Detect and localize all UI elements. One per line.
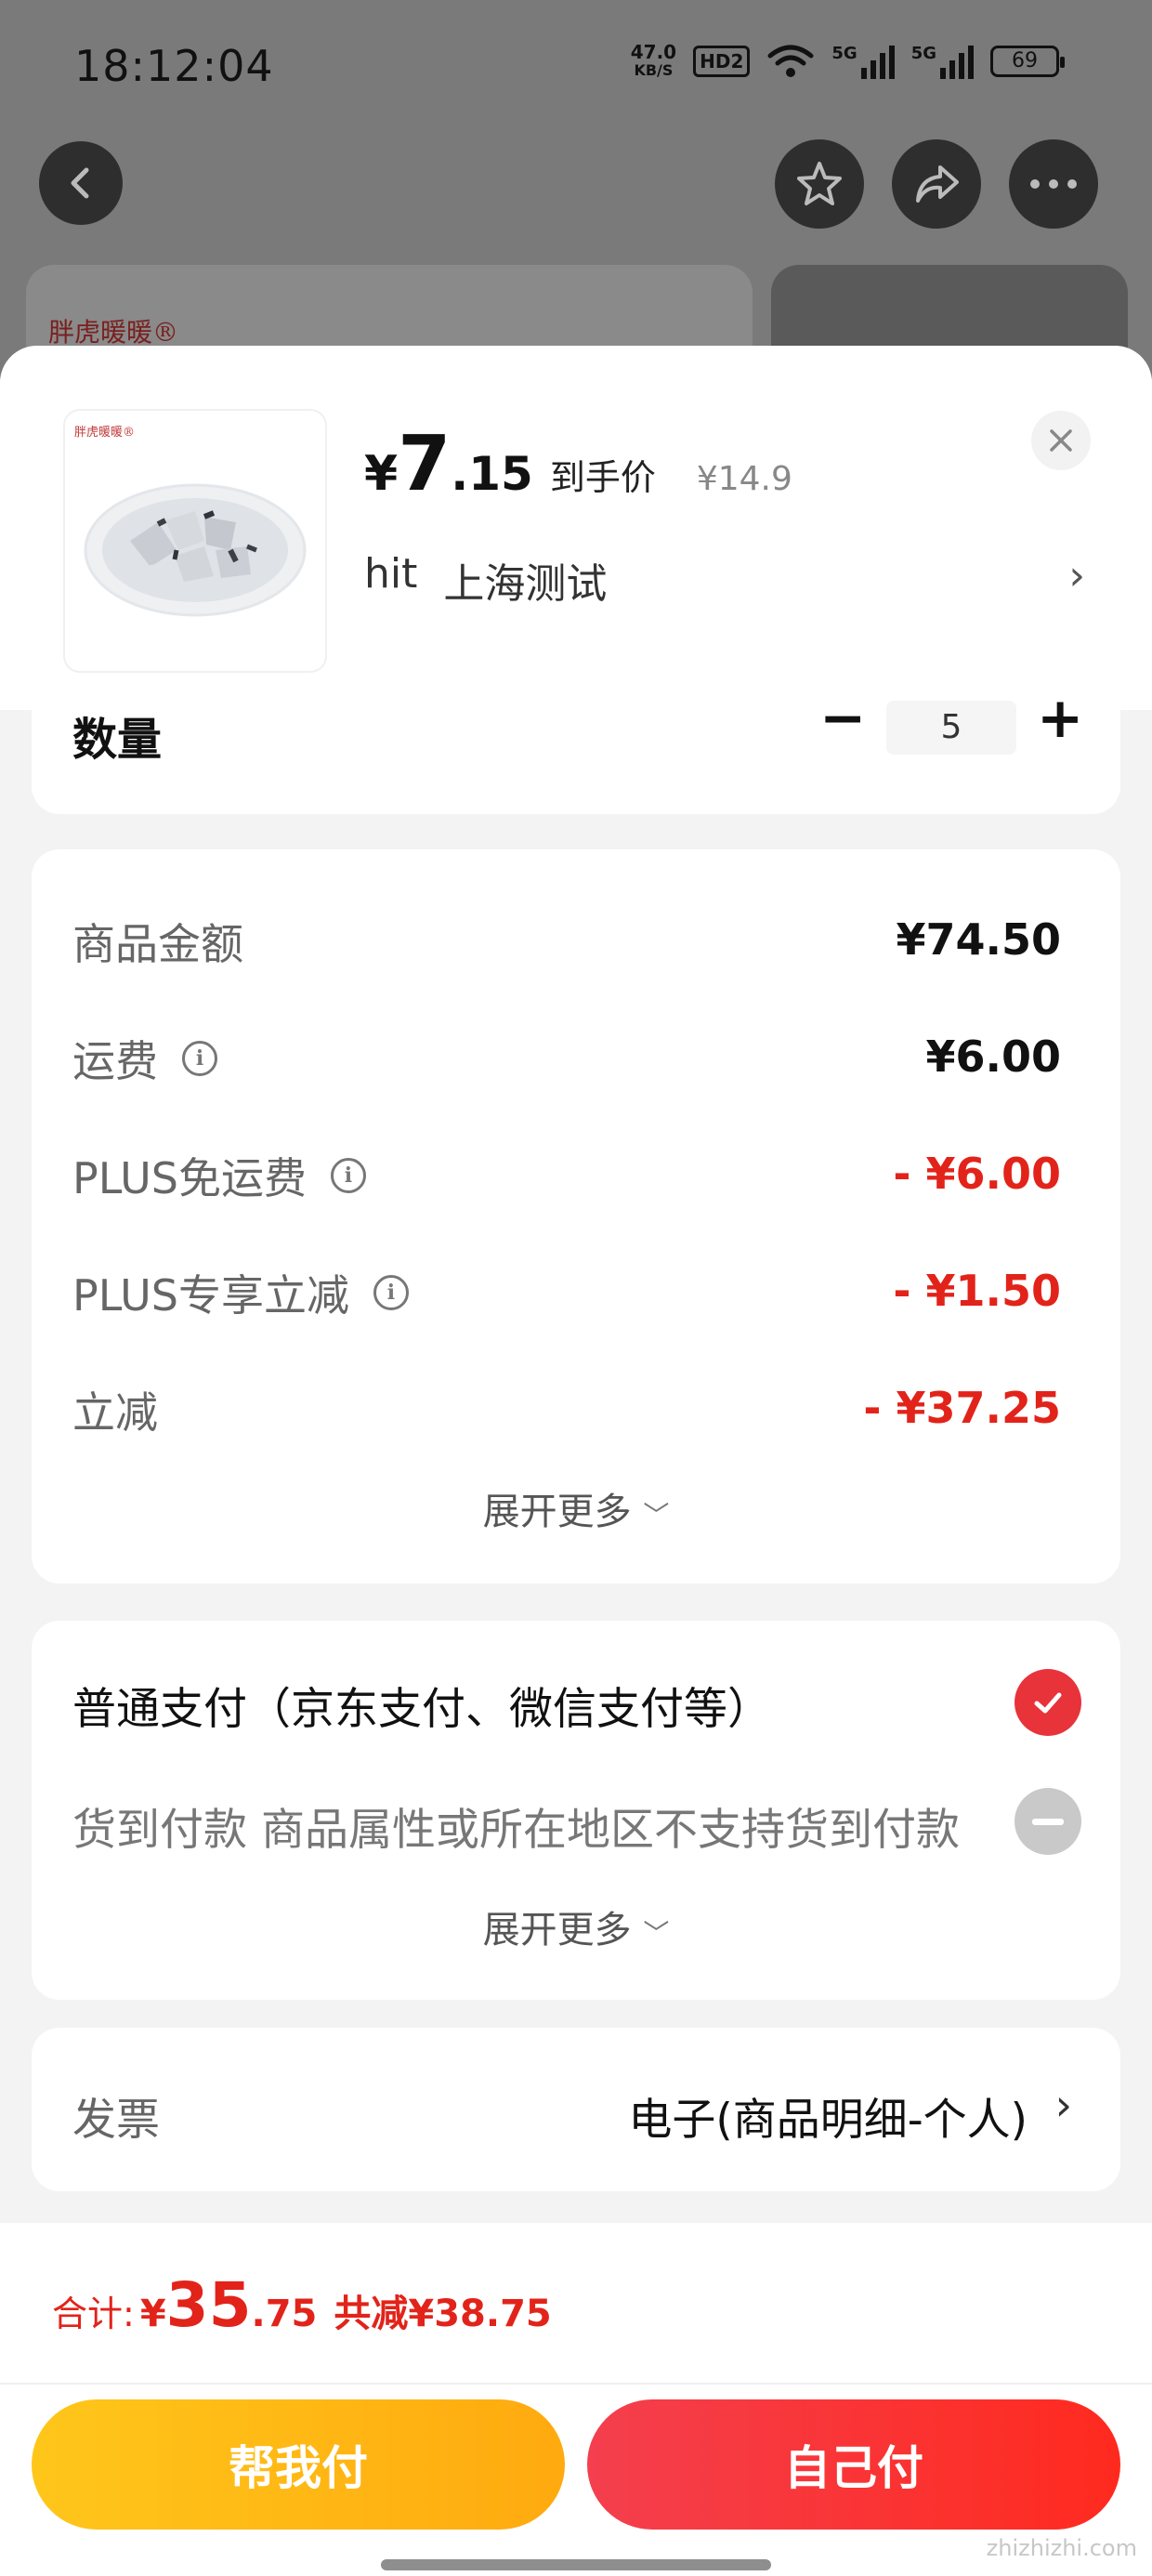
fee-value: - ¥6.00 [893, 1149, 1061, 1199]
payment-selected-check[interactable] [1015, 1669, 1081, 1736]
address-name: hit [364, 550, 418, 598]
chevron-right-icon[interactable]: › [1068, 552, 1085, 599]
expand-more-button[interactable]: 展开更多 ﹀ [32, 1481, 1120, 1535]
delivery-address[interactable]: hit 上海测试 [364, 550, 607, 610]
divider [0, 2383, 1152, 2385]
bottom-action-bar: 合计: ¥ 35 .75 共减¥38.75 帮我付 自己付 [0, 2223, 1152, 2576]
chevron-down-icon: ﹀ [643, 1918, 670, 1949]
total-decimal: .75 [251, 2293, 318, 2335]
product-image [84, 483, 307, 617]
signal-icon: 5G [831, 44, 895, 79]
info-icon[interactable]: i [373, 1275, 409, 1310]
net-speed: 47.0 KB/S [630, 41, 677, 79]
help-pay-button[interactable]: 帮我付 [32, 2399, 565, 2530]
price-row: ¥ 7 .15 到手价 ¥14.9 [364, 420, 792, 508]
expand-more-label: 展开更多 [482, 1491, 632, 1533]
fee-value: - ¥1.50 [893, 1266, 1061, 1316]
back-button[interactable] [39, 141, 123, 225]
disabled-icon [1015, 1788, 1081, 1855]
share-button[interactable] [892, 139, 981, 229]
quantity-increase-button[interactable]: + [1037, 686, 1083, 751]
expand-more-button[interactable]: 展开更多 ﹀ [32, 1899, 1120, 1953]
original-price: ¥14.9 [696, 460, 792, 498]
fee-label: 商品金额 [72, 919, 243, 969]
checkout-sheet: 胖虎暖暖® ¥ 7 .15 到手价 ¥14.9 hit 上海测试 › 数量 − … [0, 346, 1152, 2576]
close-button[interactable] [1031, 411, 1091, 470]
product-thumbnail: 胖虎暖暖® [65, 411, 325, 671]
more-dots-icon [1030, 179, 1077, 189]
quantity-label: 数量 [72, 714, 163, 766]
chevron-left-icon [71, 167, 89, 199]
fee-row-plus-shipping: PLUS免运费 i - ¥6.00 [72, 1145, 1061, 1210]
fee-label: PLUS专享立减 [72, 1270, 349, 1321]
fee-breakdown-card: 商品金额 ¥74.50 运费 i ¥6.00 PLUS免运费 i - ¥6.00 P… [32, 849, 1120, 1584]
fee-label: PLUS免运费 [72, 1153, 307, 1203]
fee-value: - ¥37.25 [863, 1383, 1061, 1433]
fee-label: 运费 [72, 1036, 158, 1086]
invoice-value: 电子(商品明细-个人) [628, 2095, 1028, 2146]
total-summary: 合计: ¥ 35 .75 共减¥38.75 [52, 2269, 552, 2341]
payment-option-cod: 货到付款 商品属性或所在地区不支持货到付款 [72, 1805, 960, 1856]
total-label: 合计: [52, 2293, 135, 2334]
total-saving: 共减¥38.75 [334, 2293, 552, 2335]
invoice-card[interactable]: 发票 电子(商品明细-个人) › [32, 2028, 1120, 2191]
signal-icon: 5G [911, 44, 974, 79]
share-icon [916, 165, 959, 203]
invoice-label: 发票 [72, 2095, 160, 2146]
hd-icon: HD2 [693, 46, 751, 77]
fee-row-goods: 商品金额 ¥74.50 [72, 911, 1061, 976]
fee-label: 立减 [72, 1387, 158, 1438]
favorite-button[interactable] [775, 139, 864, 229]
expand-more-label: 展开更多 [482, 1909, 632, 1952]
price-tag: 到手价 [549, 457, 656, 498]
quantity-card: 数量 − 5 + [32, 686, 1120, 814]
wifi-icon [767, 45, 814, 77]
close-icon [1050, 429, 1072, 452]
status-icons: 47.0 KB/S HD2 5G 5G 69 [630, 41, 1065, 80]
background-brand: 胖虎暖暖® [48, 317, 179, 348]
status-time: 18:12:04 [74, 41, 274, 91]
fee-row-plus-discount: PLUS专享立减 i - ¥1.50 [72, 1262, 1061, 1327]
fee-value: ¥6.00 [925, 1032, 1061, 1082]
status-bar: 18:12:04 47.0 KB/S HD2 5G 5G 69 [0, 0, 1152, 139]
price-decimal: .15 [451, 447, 533, 501]
fee-value: ¥74.50 [896, 914, 1061, 965]
price-currency: ¥ [364, 446, 399, 502]
chevron-right-icon: › [1054, 2080, 1072, 2130]
info-icon[interactable]: i [182, 1041, 217, 1076]
check-icon [1034, 1692, 1062, 1714]
payment-method-card: 普通支付（京东支付、微信支付等） 货到付款 商品属性或所在地区不支持货到付款 展… [32, 1621, 1120, 2000]
product-header: 胖虎暖暖® ¥ 7 .15 到手价 ¥14.9 hit 上海测试 › [0, 346, 1152, 710]
battery-icon: 69 [990, 46, 1065, 77]
quantity-decrease-button[interactable]: − [819, 686, 866, 751]
more-button[interactable] [1009, 139, 1098, 229]
self-pay-button[interactable]: 自己付 [587, 2399, 1120, 2530]
chevron-down-icon: ﹀ [643, 1500, 670, 1531]
fee-row-discount: 立减 - ¥37.25 [72, 1379, 1061, 1444]
star-icon [797, 162, 842, 205]
payment-option-normal[interactable]: 普通支付（京东支付、微信支付等） [72, 1673, 771, 1737]
total-integer: 35 [165, 2269, 252, 2341]
watermark: zhizhizhi.com [986, 2535, 1137, 2561]
price-integer: 7 [398, 420, 452, 508]
quantity-input[interactable]: 5 [886, 701, 1016, 755]
address-city: 上海测试 [443, 560, 608, 608]
info-icon[interactable]: i [330, 1158, 366, 1193]
fee-row-shipping: 运费 i ¥6.00 [72, 1028, 1061, 1093]
home-indicator[interactable] [381, 2559, 771, 2570]
total-currency: ¥ [139, 2293, 166, 2335]
